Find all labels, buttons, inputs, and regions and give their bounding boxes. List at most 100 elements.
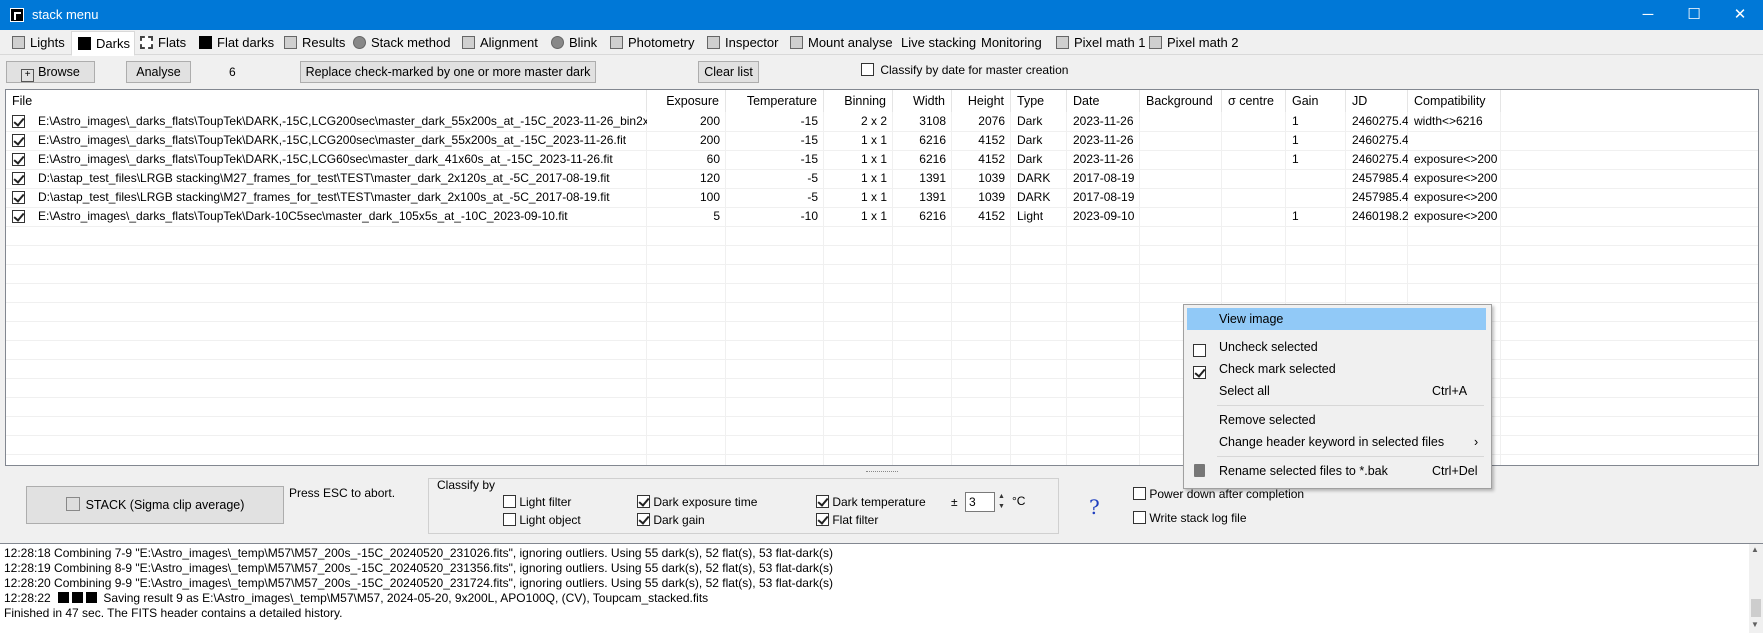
- row-divider: [6, 283, 1758, 284]
- table-cell: exposure<>200: [1414, 171, 1498, 185]
- column-header[interactable]: Gain: [1286, 90, 1346, 112]
- stack-log-checkbox[interactable]: Write stack log file: [1133, 511, 1247, 525]
- checkbox-box[interactable]: [503, 513, 516, 526]
- column-header[interactable]: Background: [1140, 90, 1222, 112]
- tab-label: Photometry: [628, 35, 695, 50]
- table-row[interactable]: E:\Astro_images\_darks_flats\ToupTek\DAR…: [6, 131, 1758, 150]
- table-cell: -10: [800, 209, 818, 223]
- checkbox-box[interactable]: [503, 495, 516, 508]
- flat-darks-icon: [199, 36, 212, 49]
- tab-flat-darks[interactable]: Flat darks: [193, 33, 278, 53]
- menu-item-check-mark-selected[interactable]: Check mark selected: [1187, 358, 1486, 380]
- column-header[interactable]: Binning: [824, 90, 893, 112]
- close-button[interactable]: ✕: [1717, 0, 1763, 30]
- dark-gain-checkbox[interactable]: Dark gain: [637, 513, 705, 527]
- row-checkbox[interactable]: [12, 153, 25, 166]
- row-checkbox[interactable]: [12, 134, 25, 147]
- tab-inspector[interactable]: Inspector: [701, 33, 782, 53]
- checkbox-box[interactable]: [637, 513, 650, 526]
- tab-lights[interactable]: Lights: [6, 33, 69, 53]
- light-filter-checkbox[interactable]: Light filter: [503, 495, 571, 509]
- table-cell: [1408, 131, 1501, 150]
- table-cell: 2076: [978, 114, 1005, 128]
- checkbox-box[interactable]: [816, 513, 829, 526]
- log-scrollbar[interactable]: ▲ ▼: [1749, 544, 1763, 633]
- row-checkbox[interactable]: [12, 172, 25, 185]
- tab-darks[interactable]: Darks: [71, 31, 135, 56]
- column-header[interactable]: JD: [1346, 90, 1408, 112]
- column-header[interactable]: Exposure: [647, 90, 726, 112]
- replace-master-dark-button[interactable]: Replace check-marked by one or more mast…: [300, 61, 596, 83]
- tab-live-stacking[interactable]: Live stacking: [895, 33, 980, 53]
- classify-date-checkbox[interactable]: Classify by date for master creation: [861, 63, 1068, 77]
- checked-box-icon: [1193, 366, 1206, 379]
- column-header[interactable]: Height: [952, 90, 1011, 112]
- checkbox-box[interactable]: [1133, 511, 1146, 524]
- menu-item-select-all[interactable]: Select all Ctrl+A: [1187, 380, 1486, 402]
- power-down-label: Power down after completion: [1149, 487, 1305, 501]
- column-header[interactable]: Temperature: [726, 90, 824, 112]
- column-header[interactable]: Width: [893, 90, 952, 112]
- help-button[interactable]: ?: [1089, 495, 1100, 519]
- browse-button[interactable]: + Browse: [6, 61, 95, 83]
- table-cell: 60: [706, 152, 720, 166]
- tab-pixel-math-1[interactable]: Pixel math 1: [1050, 33, 1150, 53]
- table-row[interactable]: E:\Astro_images\_darks_flats\ToupTek\DAR…: [6, 150, 1758, 169]
- column-header[interactable]: Date: [1067, 90, 1140, 112]
- menu-label: View image: [1219, 312, 1284, 326]
- row-checkbox[interactable]: [12, 115, 25, 128]
- checkbox-box[interactable]: [861, 63, 874, 76]
- table-row[interactable]: D:\astap_test_files\LRGB stacking\M27_fr…: [6, 169, 1758, 188]
- dark-temperature-checkbox[interactable]: Dark temperature: [816, 495, 926, 509]
- table-row[interactable]: D:\astap_test_files\LRGB stacking\M27_fr…: [6, 188, 1758, 207]
- menu-item-view-image[interactable]: View image: [1187, 308, 1486, 330]
- table-row[interactable]: E:\Astro_images\_darks_flats\ToupTek\Dar…: [6, 207, 1758, 226]
- light-object-checkbox[interactable]: Light object: [503, 513, 581, 527]
- tab-pixel-math-2[interactable]: Pixel math 2: [1143, 33, 1243, 53]
- light-object-label: Light object: [519, 513, 581, 527]
- row-checkbox[interactable]: [12, 210, 25, 223]
- dark-exposure-checkbox[interactable]: Dark exposure time: [637, 495, 757, 509]
- column-header[interactable]: σ centre: [1222, 90, 1286, 112]
- log-panel[interactable]: 12:28:18 Combining 7-9 "E:\Astro_images\…: [0, 543, 1763, 633]
- splitter-grip[interactable]: [866, 471, 898, 475]
- tab-label: Live stacking: [901, 35, 977, 50]
- column-header[interactable]: File: [6, 90, 647, 112]
- progress-block-icon: [72, 592, 84, 603]
- tab-results[interactable]: Results: [278, 33, 349, 53]
- checkbox-box[interactable]: [637, 495, 650, 508]
- power-down-checkbox[interactable]: Power down after completion: [1133, 487, 1304, 501]
- checkbox-box[interactable]: [1133, 487, 1146, 500]
- menu-item-remove-selected[interactable]: Remove selected: [1187, 409, 1486, 431]
- checkbox-box[interactable]: [816, 495, 829, 508]
- table-cell: -15: [800, 152, 818, 166]
- stack-button[interactable]: STACK (Sigma clip average): [26, 486, 284, 524]
- tab-stack-method[interactable]: Stack method: [347, 33, 455, 53]
- menu-item-rename-bak[interactable]: Rename selected files to *.bak Ctrl+Del: [1187, 460, 1486, 482]
- maximize-button[interactable]: ☐: [1671, 0, 1717, 30]
- analyse-button[interactable]: Analyse: [126, 61, 191, 83]
- temperature-spinner[interactable]: ▲ ▼: [996, 492, 1007, 512]
- tab-monitoring[interactable]: Monitoring: [975, 33, 1046, 53]
- table-row[interactable]: E:\Astro_images\_darks_flats\ToupTek\DAR…: [6, 112, 1758, 131]
- flat-filter-checkbox[interactable]: Flat filter: [816, 513, 878, 527]
- column-header[interactable]: Type: [1011, 90, 1067, 112]
- minimize-button[interactable]: ─: [1625, 0, 1671, 30]
- tab-blink[interactable]: Blink: [545, 33, 601, 53]
- menu-item-uncheck-selected[interactable]: Uncheck selected: [1187, 336, 1486, 358]
- table-cell: 1: [1292, 152, 1299, 166]
- clear-list-button[interactable]: Clear list: [698, 61, 759, 83]
- tab-flats[interactable]: Flats: [134, 33, 190, 53]
- temperature-tolerance-input[interactable]: 3: [965, 492, 995, 512]
- table-cell: [1140, 207, 1222, 226]
- scroll-up-icon[interactable]: ▲: [1751, 545, 1759, 554]
- column-header[interactable]: Compatibility: [1408, 90, 1501, 112]
- tab-photometry[interactable]: Photometry: [604, 33, 698, 53]
- row-checkbox[interactable]: [12, 191, 25, 204]
- scroll-thumb[interactable]: [1751, 599, 1761, 617]
- tab-alignment[interactable]: Alignment: [456, 33, 542, 53]
- scroll-down-icon[interactable]: ▼: [1751, 620, 1759, 629]
- table-cell: Dark: [1017, 114, 1043, 128]
- menu-item-change-header-keyword[interactable]: Change header keyword in selected files …: [1187, 431, 1486, 453]
- tab-mount-analyse[interactable]: Mount analyse: [784, 33, 897, 53]
